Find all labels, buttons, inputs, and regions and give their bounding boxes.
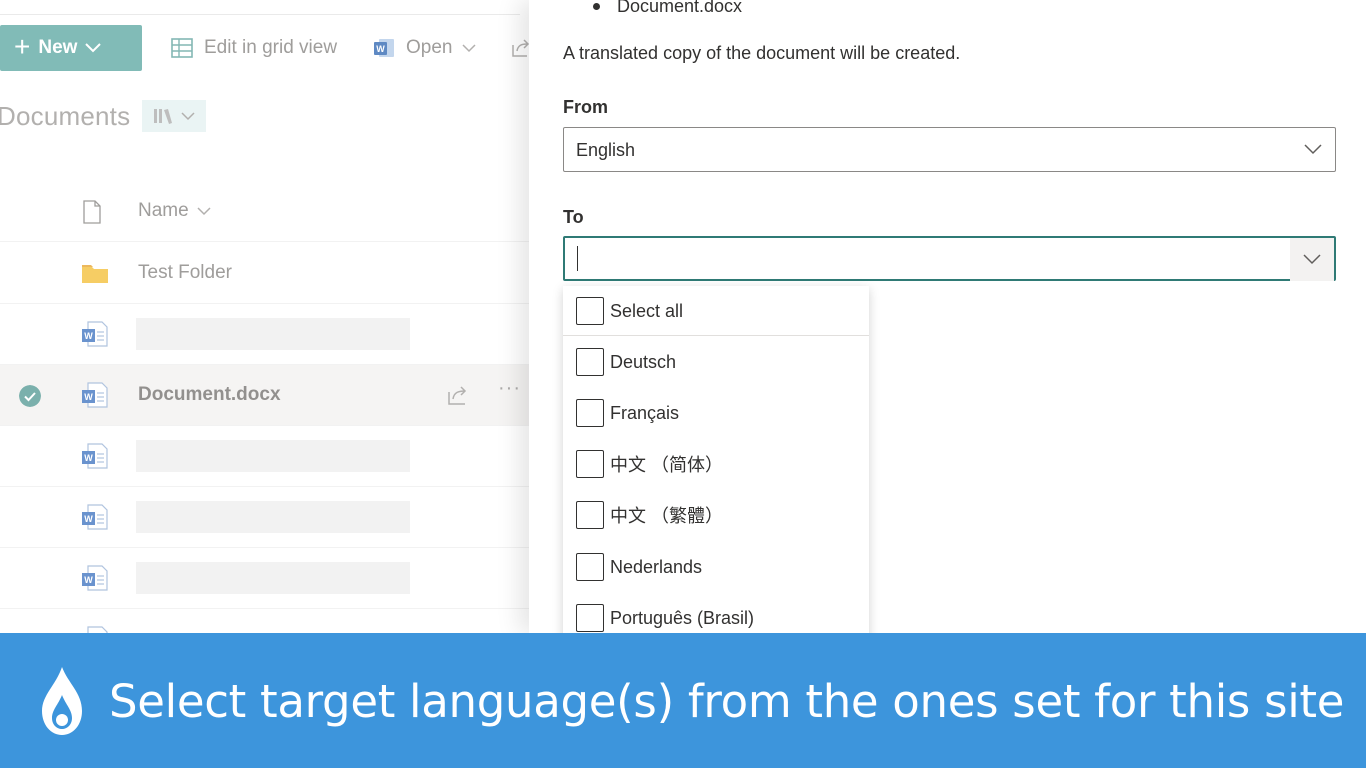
file-type-icon	[83, 200, 101, 224]
more-options-icon[interactable]: ···	[498, 377, 521, 400]
list-item-selected[interactable]: W Document.docx ···	[0, 365, 540, 426]
from-label: From	[563, 97, 608, 117]
from-language-value: English	[576, 140, 636, 160]
redacted-filename	[136, 440, 410, 472]
svg-text:W: W	[376, 44, 385, 54]
bullet-icon	[593, 3, 600, 10]
library-icon	[154, 109, 173, 124]
caption-banner: Select target language(s) from the ones …	[0, 633, 1366, 768]
list-item[interactable]	[0, 609, 540, 633]
redacted-filename	[136, 562, 410, 594]
list-header: Name	[0, 182, 540, 242]
selected-file-bullet: Document.docx	[593, 0, 742, 17]
word-document-icon: W	[82, 504, 108, 530]
library-view-switcher[interactable]	[142, 100, 207, 132]
checkbox[interactable]	[576, 553, 604, 581]
open-label: Open	[406, 37, 453, 58]
svg-text:W: W	[84, 392, 93, 402]
option-label: 中文 （繁體）	[610, 506, 724, 526]
list-item-label: Test Folder	[138, 262, 232, 283]
option-label: Português (Brasil)	[610, 607, 755, 628]
to-language-combobox[interactable]	[563, 236, 1336, 281]
header-divider	[0, 14, 520, 15]
option-label: Deutsch	[610, 351, 677, 372]
chevron-down-icon	[1291, 128, 1335, 171]
chevron-down-icon	[462, 43, 477, 52]
option-select-all[interactable]: Select all	[563, 286, 869, 336]
option-label: 中文 （简体）	[610, 455, 724, 475]
option-francais[interactable]: Français	[563, 388, 869, 438]
edit-grid-view-button[interactable]: Edit in grid view	[170, 25, 337, 71]
checkbox[interactable]	[576, 399, 604, 427]
share-icon[interactable]	[446, 383, 470, 407]
language-options-list: Select all Deutsch Français 中文 （简体） 中文 （…	[563, 286, 869, 646]
column-header-name[interactable]: Name	[138, 200, 211, 222]
checkbox[interactable]	[576, 348, 604, 376]
word-document-icon: W	[82, 382, 108, 408]
list-item[interactable]: W	[0, 426, 540, 487]
caption-text: Select target language(s) from the ones …	[109, 675, 1345, 728]
new-button-label: New	[38, 37, 78, 58]
checkmark-circle-icon[interactable]	[19, 385, 41, 407]
chevron-down-icon	[181, 111, 195, 120]
to-label: To	[563, 207, 584, 227]
selected-file-name: Document.docx	[617, 0, 743, 16]
panel-description: A translated copy of the document will b…	[563, 43, 961, 63]
plus-icon: +	[14, 30, 31, 62]
option-chinese-traditional[interactable]: 中文 （繁體）	[563, 490, 869, 540]
word-document-icon: W	[82, 443, 108, 469]
checkbox[interactable]	[576, 604, 604, 632]
command-bar: + New Edit in grid view W Open	[0, 25, 540, 71]
svg-text:W: W	[84, 453, 93, 463]
chevron-down-icon	[85, 43, 102, 53]
checkbox[interactable]	[576, 450, 604, 478]
chevron-down-icon	[197, 206, 211, 215]
library-title: Documents	[0, 100, 131, 131]
option-nederlands[interactable]: Nederlands	[563, 542, 869, 592]
flame-icon	[42, 667, 82, 735]
checkbox[interactable]	[576, 297, 604, 325]
option-label: Français	[610, 402, 680, 423]
redacted-filename	[136, 318, 410, 350]
new-button[interactable]: + New	[0, 25, 142, 71]
open-button[interactable]: W Open	[372, 25, 477, 71]
option-chinese-simplified[interactable]: 中文 （简体）	[563, 439, 869, 489]
svg-text:W: W	[84, 331, 93, 341]
svg-text:W: W	[84, 575, 93, 585]
option-deutsch[interactable]: Deutsch	[563, 337, 869, 387]
option-label: Nederlands	[610, 556, 703, 577]
list-item[interactable]: Test Folder	[0, 243, 540, 304]
list-item[interactable]: W	[0, 304, 540, 365]
folder-icon	[82, 265, 108, 283]
translate-panel: Document.docx A translated copy of the d…	[529, 0, 1366, 646]
word-document-icon: W	[82, 565, 108, 591]
document-library: + New Edit in grid view W Open Documents…	[0, 0, 540, 633]
list-item[interactable]: W	[0, 487, 540, 548]
edit-grid-view-label: Edit in grid view	[204, 37, 338, 58]
word-document-icon	[87, 626, 108, 633]
text-cursor	[577, 246, 578, 271]
list-item[interactable]: W	[0, 548, 540, 609]
redacted-filename	[136, 501, 410, 533]
from-language-dropdown[interactable]: English	[563, 127, 1336, 172]
list-item-label: Document.docx	[138, 384, 281, 405]
word-icon: W	[374, 39, 394, 57]
chevron-down-icon[interactable]	[1290, 238, 1334, 281]
svg-text:W: W	[84, 514, 93, 524]
grid-icon	[171, 38, 193, 58]
word-document-icon: W	[82, 321, 108, 347]
divider	[563, 335, 869, 336]
column-header-name-label: Name	[138, 200, 189, 221]
library-title-row: Documents	[0, 96, 207, 136]
option-label: Select all	[610, 300, 684, 321]
checkbox[interactable]	[576, 501, 604, 529]
